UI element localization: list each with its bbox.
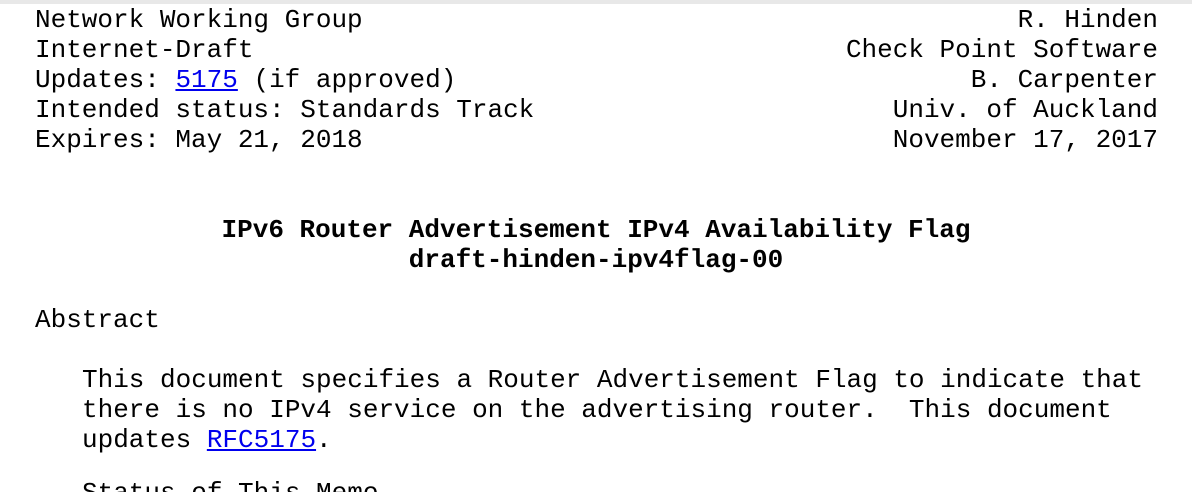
updates-prefix: Updates: (35, 65, 176, 95)
header-updates: Updates: 5175 (if approved) (35, 65, 456, 95)
header-author-2: B. Carpenter (970, 65, 1158, 95)
header-date: November 17, 2017 (892, 125, 1158, 155)
updates-rfc-link[interactable]: 5175 (175, 65, 237, 95)
abstract-line-3: updates RFC5175. (82, 425, 332, 455)
top-rule (0, 0, 1192, 4)
abstract-line-1: This document specifies a Router Adverti… (82, 365, 1143, 395)
header-author-1: R. Hinden (1017, 5, 1158, 35)
abstract-heading: Abstract (35, 305, 160, 335)
updates-suffix: (if approved) (237, 65, 457, 95)
abstract-line-3-prefix: updates (82, 425, 207, 455)
header-affiliation-1: Check Point Software (845, 35, 1158, 65)
rfc5175-link[interactable]: RFC5175 (207, 425, 316, 455)
abstract-line-3-suffix: . (316, 425, 332, 455)
next-section-heading-partial: Status of This Memo (82, 478, 378, 492)
abstract-line-2: there is no IPv4 service on the advertis… (82, 395, 1112, 425)
header-intended-status: Intended status: Standards Track (35, 95, 535, 125)
document-title: IPv6 Router Advertisement IPv4 Availabil… (221, 215, 971, 245)
header-expires: Expires: May 21, 2018 (35, 125, 363, 155)
header-working-group: Network Working Group (35, 5, 363, 35)
document-draft-name: draft-hinden-ipv4flag-00 (408, 245, 784, 275)
header-doc-type: Internet-Draft (35, 35, 254, 65)
header-affiliation-2: Univ. of Auckland (892, 95, 1158, 125)
